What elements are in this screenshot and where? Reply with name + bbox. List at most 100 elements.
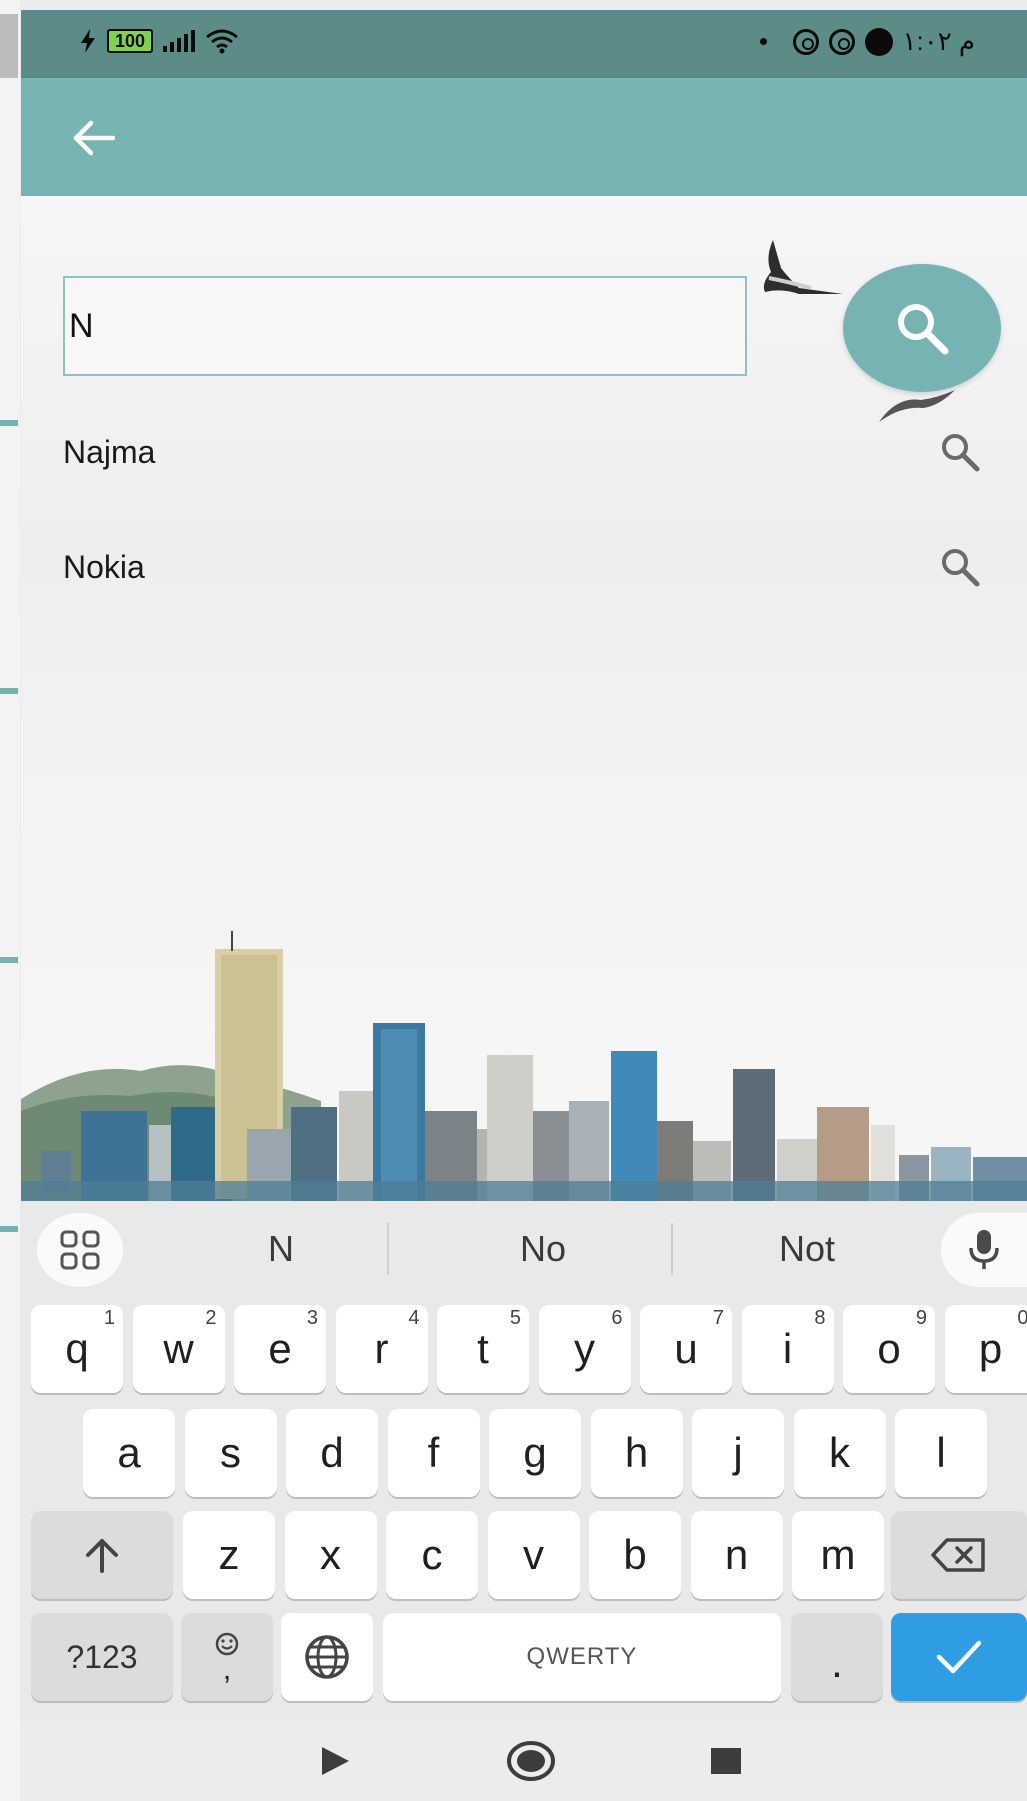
globe-icon xyxy=(305,1635,349,1679)
key-number-hint: 2 xyxy=(205,1307,217,1329)
key-t[interactable]: t5 xyxy=(437,1305,529,1393)
search-icon xyxy=(898,304,949,355)
suggestion-label: Nokia xyxy=(63,548,145,585)
key-k[interactable]: k xyxy=(793,1409,886,1497)
shift-key[interactable] xyxy=(31,1511,173,1599)
key-o[interactable]: o9 xyxy=(843,1305,935,1393)
phone-screen: 100 م ١:٠٢ N Najma Nokia N No Not q 1 w … xyxy=(21,10,1027,1801)
key-number-hint: 1 xyxy=(103,1307,115,1329)
signal-icon xyxy=(163,30,196,52)
word-suggestion[interactable]: No xyxy=(393,1221,693,1277)
status-left: 100 xyxy=(79,28,239,54)
suggestion-label: Najma xyxy=(63,433,156,470)
search-content: Najma Nokia xyxy=(21,196,1027,1201)
key-label: u xyxy=(674,1325,698,1372)
key-p[interactable]: p0 xyxy=(944,1305,1027,1393)
background-app-edge xyxy=(0,0,20,1801)
shift-arrow-icon xyxy=(86,1539,118,1573)
key-number-hint: 8 xyxy=(814,1307,826,1329)
key-y[interactable]: y6 xyxy=(538,1305,631,1393)
key-label: r xyxy=(374,1325,389,1372)
notification-dot-icon xyxy=(759,38,767,45)
key-label: q xyxy=(65,1325,89,1372)
app-bar xyxy=(21,78,1027,196)
key-e[interactable]: e3 xyxy=(234,1305,326,1393)
key-x[interactable]: x xyxy=(284,1511,377,1599)
key-m[interactable]: m xyxy=(792,1511,884,1599)
search-icon xyxy=(942,549,980,587)
word-suggestion[interactable]: N xyxy=(181,1221,381,1277)
edge-block xyxy=(0,14,18,78)
key-label: t xyxy=(477,1325,489,1372)
suggestion-divider xyxy=(387,1223,389,1275)
key-v[interactable]: v xyxy=(487,1511,580,1599)
key-number-hint: 5 xyxy=(509,1307,521,1329)
word-suggestion[interactable]: Not xyxy=(677,1221,937,1277)
app-notification-icon xyxy=(828,28,855,55)
status-bar: 100 م ١:٠٢ xyxy=(21,10,1027,78)
messenger-icon xyxy=(864,27,893,56)
key-number-hint: 4 xyxy=(408,1307,420,1329)
key-q[interactable]: q1 xyxy=(31,1305,123,1393)
key-b[interactable]: b xyxy=(589,1511,681,1599)
key-z[interactable]: z xyxy=(183,1511,275,1599)
comma-label: , xyxy=(222,1653,232,1686)
search-input[interactable] xyxy=(63,276,747,376)
square-icon xyxy=(711,1748,741,1774)
key-r[interactable]: r4 xyxy=(335,1305,428,1393)
key-label: e xyxy=(268,1325,292,1372)
nav-recents-button[interactable] xyxy=(696,1735,756,1787)
checkmark-icon xyxy=(936,1640,982,1674)
key-s[interactable]: s xyxy=(184,1409,277,1497)
nav-back-button[interactable] xyxy=(305,1735,365,1787)
edge-marker xyxy=(0,688,18,694)
key-h[interactable]: h xyxy=(590,1409,683,1497)
key-label: o xyxy=(877,1325,901,1372)
key-d[interactable]: d xyxy=(286,1409,378,1497)
voice-input-button[interactable] xyxy=(941,1213,1027,1287)
space-key[interactable]: QWERTY xyxy=(383,1613,781,1701)
system-navigation-bar xyxy=(21,1721,1027,1801)
suggestion-divider xyxy=(671,1223,673,1275)
key-i[interactable]: i8 xyxy=(741,1305,834,1393)
soft-keyboard: N No Not q1w2e3r4t5y6u7i8o9p0 asdfghjkl … xyxy=(21,1201,1027,1721)
key-number-hint: 9 xyxy=(915,1307,927,1329)
home-circle-icon xyxy=(507,1741,555,1781)
suggestion-item[interactable]: Nokia xyxy=(63,527,983,607)
backspace-icon xyxy=(931,1538,985,1572)
language-key[interactable] xyxy=(281,1613,373,1701)
nav-home-button[interactable] xyxy=(501,1735,561,1787)
key-c[interactable]: c xyxy=(386,1511,478,1599)
key-f[interactable]: f xyxy=(387,1409,480,1497)
play-triangle-icon xyxy=(322,1747,349,1775)
status-right: م ١:٠٢ xyxy=(759,26,975,57)
key-number-hint: 3 xyxy=(306,1307,318,1329)
period-key[interactable]: . xyxy=(791,1613,883,1701)
keyboard-menu-button[interactable] xyxy=(37,1213,123,1287)
enter-key[interactable] xyxy=(891,1613,1027,1701)
microphone-icon xyxy=(969,1230,999,1269)
key-l[interactable]: l xyxy=(895,1409,987,1497)
key-u[interactable]: u7 xyxy=(640,1305,732,1393)
suggestion-item[interactable]: Najma xyxy=(63,412,983,492)
key-number-hint: 6 xyxy=(611,1307,623,1329)
key-label: w xyxy=(163,1325,194,1372)
search-button[interactable] xyxy=(843,264,1001,392)
wifi-icon xyxy=(206,29,238,54)
key-w[interactable]: w2 xyxy=(132,1305,225,1393)
back-button[interactable] xyxy=(63,108,123,168)
edge-marker xyxy=(0,1226,18,1232)
key-g[interactable]: g xyxy=(489,1409,581,1497)
symbols-key[interactable]: ?123 xyxy=(31,1613,173,1701)
key-label: i xyxy=(782,1325,793,1372)
keyboard-suggestion-bar: N No Not xyxy=(21,1201,1027,1297)
backspace-key[interactable] xyxy=(891,1511,1027,1599)
emoji-comma-key[interactable]: , xyxy=(181,1613,273,1701)
app-notification-icon xyxy=(792,28,819,55)
key-a[interactable]: a xyxy=(83,1409,175,1497)
key-j[interactable]: j xyxy=(692,1409,784,1497)
search-icon xyxy=(942,434,980,472)
arrow-left-icon xyxy=(73,120,115,156)
key-n[interactable]: n xyxy=(690,1511,783,1599)
seagull-decoration xyxy=(763,240,843,294)
